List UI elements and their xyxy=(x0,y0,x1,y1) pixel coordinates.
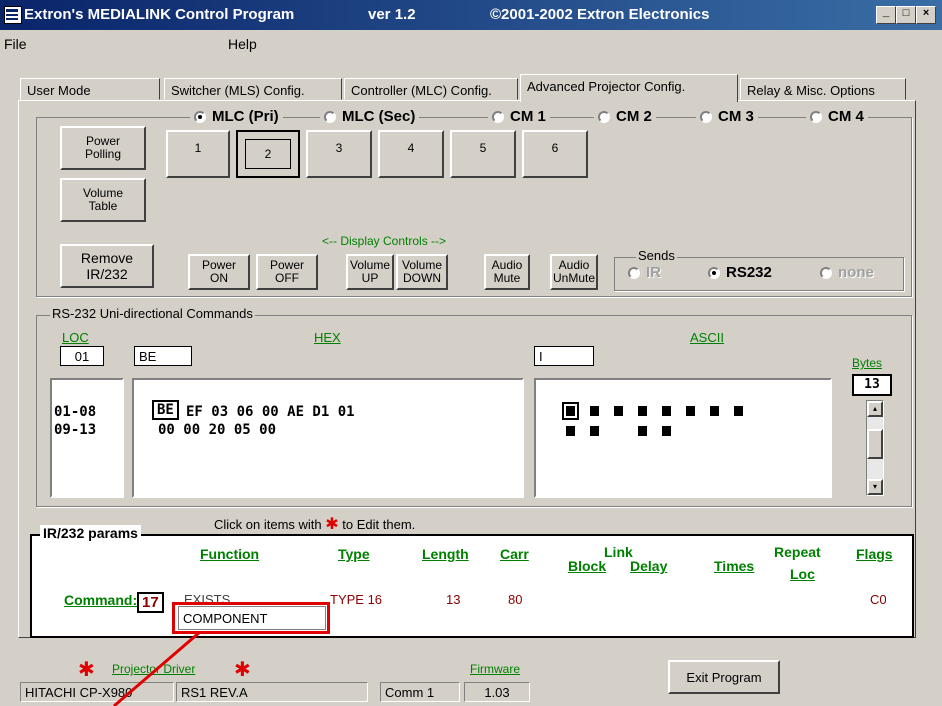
app-window: Extron's MEDIALINK Control Program ver 1… xyxy=(0,0,942,706)
callout-line xyxy=(113,630,201,706)
tab-advanced-projector-config[interactable]: Advanced Projector Config. xyxy=(520,74,738,102)
callout-arrow xyxy=(113,630,201,706)
